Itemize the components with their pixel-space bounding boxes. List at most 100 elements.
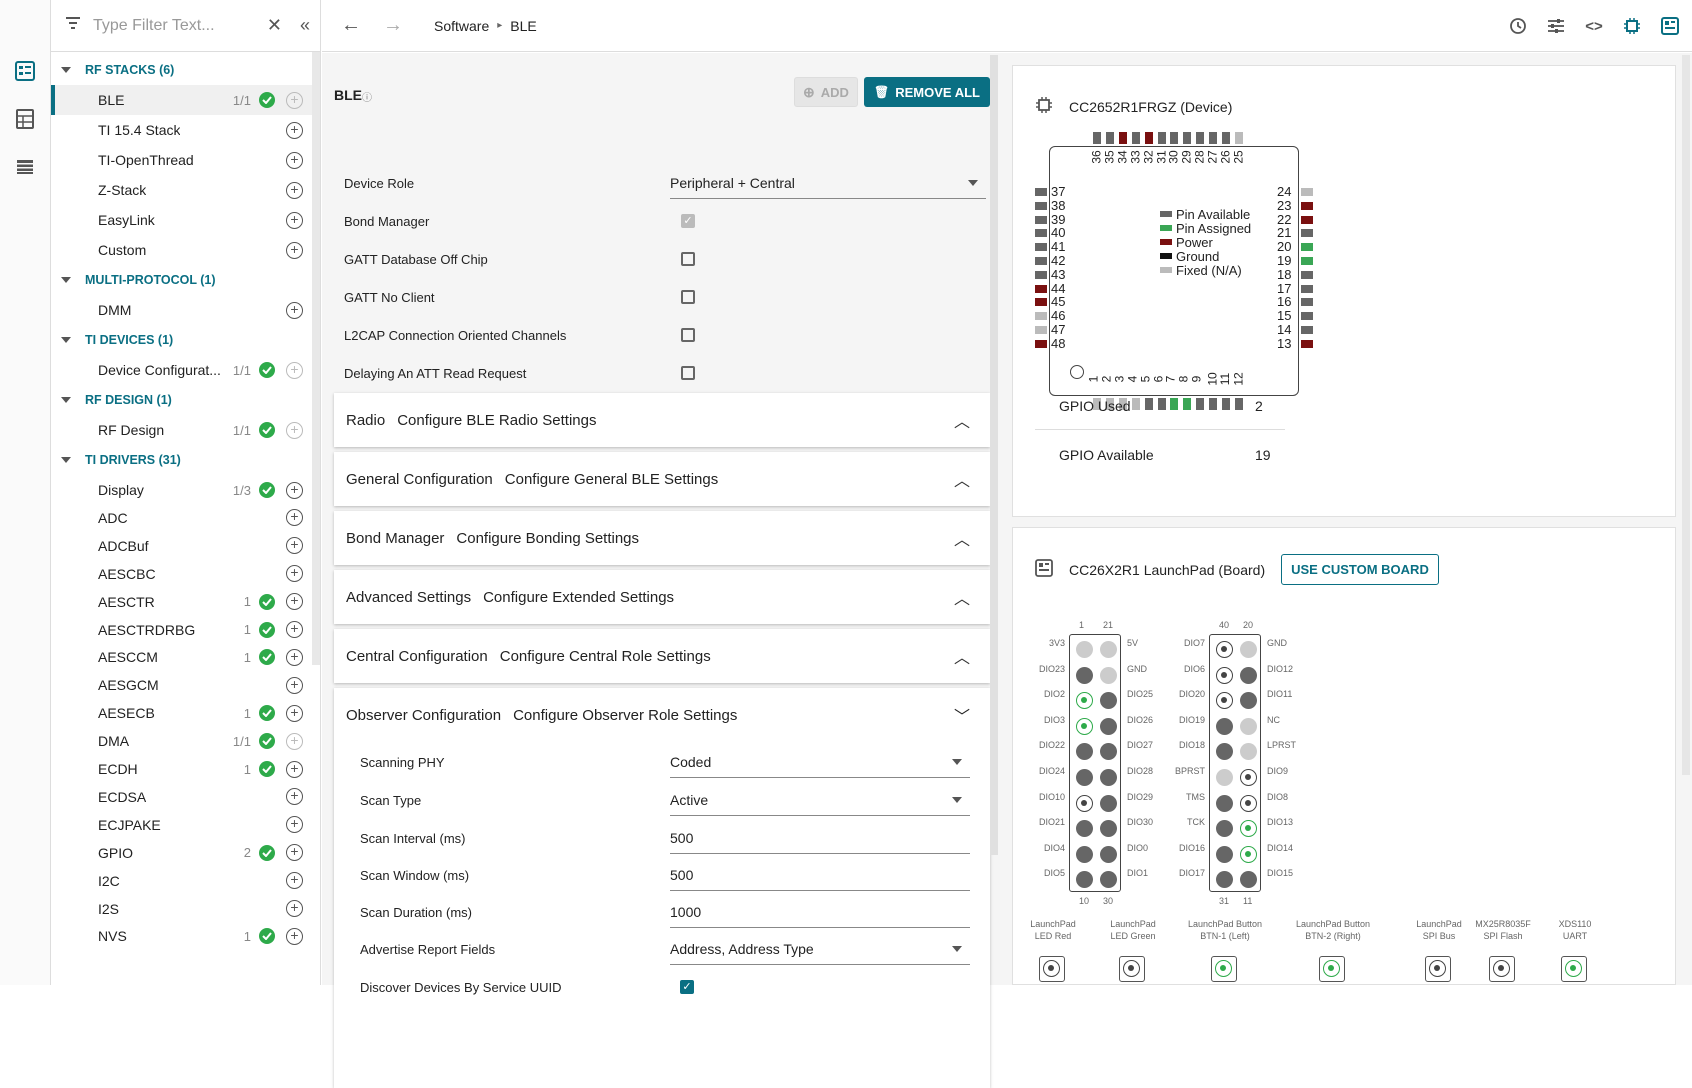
header-pin[interactable] bbox=[1240, 717, 1257, 735]
header-pin[interactable] bbox=[1100, 692, 1117, 710]
header-pin[interactable] bbox=[1100, 769, 1117, 786]
chip-pin[interactable] bbox=[1196, 132, 1205, 144]
section-advanced[interactable]: Advanced Settings Configure Extended Sett… bbox=[334, 570, 990, 624]
tree-item-driver[interactable]: AESCCM 1 + bbox=[51, 642, 313, 672]
tree-item-driver[interactable]: NVS 1 + bbox=[51, 921, 313, 951]
collapse-triangle-icon[interactable] bbox=[61, 397, 71, 403]
header-pin[interactable] bbox=[1240, 769, 1257, 786]
header-pin[interactable] bbox=[1216, 641, 1233, 658]
section-general[interactable]: General Configuration Configure General B… bbox=[334, 452, 990, 506]
add-icon[interactable]: + bbox=[286, 537, 303, 555]
add-icon[interactable]: + bbox=[286, 421, 303, 439]
board-icon[interactable] bbox=[1658, 14, 1682, 38]
add-icon[interactable]: + bbox=[286, 481, 303, 499]
header-pin[interactable] bbox=[1076, 769, 1093, 786]
header-pin[interactable] bbox=[1216, 820, 1233, 838]
chip-pin[interactable] bbox=[1035, 201, 1047, 210]
component-pin[interactable] bbox=[1489, 956, 1515, 982]
header-pin[interactable] bbox=[1076, 871, 1093, 889]
header-pin[interactable] bbox=[1216, 769, 1233, 786]
add-icon[interactable]: + bbox=[286, 211, 303, 229]
chip-pin[interactable] bbox=[1301, 243, 1313, 252]
chip-pin[interactable] bbox=[1301, 201, 1313, 210]
chip-pin[interactable] bbox=[1301, 215, 1313, 224]
tree-item-driver[interactable]: AESCTR 1 + bbox=[51, 587, 313, 617]
collapse-triangle-icon[interactable] bbox=[61, 277, 71, 283]
add-icon[interactable]: + bbox=[286, 872, 303, 890]
chip-pin[interactable] bbox=[1035, 243, 1047, 252]
gatt-noclient-checkbox[interactable] bbox=[681, 290, 695, 304]
bond-manager-checkbox[interactable]: ✓ bbox=[681, 214, 695, 228]
category-multi-protocol[interactable]: MULTI-PROTOCOL (1) bbox=[51, 265, 313, 295]
chip-pin[interactable] bbox=[1209, 132, 1218, 144]
add-icon[interactable]: + bbox=[286, 788, 303, 806]
header-pin[interactable] bbox=[1076, 794, 1093, 812]
add-icon[interactable]: + bbox=[286, 927, 303, 945]
chip-pin[interactable] bbox=[1301, 270, 1313, 279]
chip-pin[interactable] bbox=[1035, 298, 1047, 307]
collapse-sidebar-icon[interactable]: « bbox=[300, 15, 310, 36]
tree-item-driver[interactable]: AESCBC + bbox=[51, 559, 313, 589]
chip-pin[interactable] bbox=[1035, 326, 1047, 334]
chip-icon[interactable] bbox=[1620, 14, 1644, 38]
add-icon[interactable]: + bbox=[286, 732, 303, 750]
help-icon[interactable]: ⓘ bbox=[362, 89, 372, 104]
add-icon[interactable]: + bbox=[286, 844, 303, 862]
header-pin[interactable] bbox=[1076, 666, 1093, 684]
chip-pin[interactable] bbox=[1301, 339, 1313, 348]
scanning-phy-select[interactable]: Coded bbox=[670, 746, 970, 778]
chip-pin[interactable] bbox=[1301, 188, 1313, 196]
tree-item-driver[interactable]: ECJPAKE + bbox=[51, 810, 313, 840]
header-pin[interactable] bbox=[1240, 871, 1257, 889]
header-pin[interactable] bbox=[1076, 820, 1093, 838]
add-icon[interactable]: + bbox=[286, 621, 303, 638]
l2cap-checkbox[interactable] bbox=[681, 328, 695, 342]
add-icon[interactable]: + bbox=[286, 593, 303, 611]
tree-item-driver[interactable]: I2C + bbox=[51, 866, 313, 896]
category-rf-stacks[interactable]: RF STACKS (6) bbox=[51, 55, 313, 85]
collapse-triangle-icon[interactable] bbox=[61, 457, 71, 463]
header-pin[interactable] bbox=[1240, 820, 1257, 838]
tree-item-driver[interactable]: ADCBuf + bbox=[51, 531, 313, 561]
header-pin[interactable] bbox=[1216, 692, 1233, 710]
forward-icon[interactable]: → bbox=[382, 14, 404, 37]
chip-pin[interactable] bbox=[1035, 284, 1047, 293]
category-ti-devices[interactable]: TI DEVICES (1) bbox=[51, 325, 313, 355]
add-icon[interactable]: + bbox=[286, 509, 303, 527]
tree-item-driver[interactable]: AESGCM + bbox=[51, 670, 313, 700]
component-pin[interactable] bbox=[1319, 956, 1345, 982]
chip-pin[interactable] bbox=[1144, 132, 1153, 144]
tree-item-driver[interactable]: ECDH 1 + bbox=[51, 754, 313, 784]
scan-interval-input[interactable]: 500 bbox=[670, 822, 970, 854]
chip-pin[interactable] bbox=[1301, 298, 1313, 307]
header-pin[interactable] bbox=[1240, 743, 1257, 761]
delaying-checkbox[interactable] bbox=[681, 366, 695, 380]
collapse-triangle-icon[interactable] bbox=[61, 67, 71, 73]
component-pin[interactable] bbox=[1211, 956, 1237, 982]
tree-item-driver[interactable]: AESECB 1 + bbox=[51, 698, 313, 728]
tree-item-device-config[interactable]: Device Configurat... 1/1 + bbox=[51, 355, 313, 385]
tree-item-openthread[interactable]: TI-OpenThread + bbox=[51, 145, 313, 175]
tree-item-driver[interactable]: Display 1/3 + bbox=[51, 475, 313, 505]
discover-uuid-checkbox[interactable]: ✓ bbox=[680, 980, 694, 994]
chip-pin[interactable] bbox=[1035, 257, 1047, 265]
chip-pin[interactable] bbox=[1035, 215, 1047, 224]
header-pin[interactable] bbox=[1216, 717, 1233, 735]
software-view-icon[interactable] bbox=[14, 60, 36, 82]
sidebar-scrollbar[interactable] bbox=[312, 52, 320, 665]
section-bond-manager[interactable]: Bond Manager Configure Bonding Settings ︿ bbox=[334, 511, 990, 565]
breadcrumb-software[interactable]: Software bbox=[434, 18, 489, 34]
tree-item-ble[interactable]: BLE 1/1 + bbox=[51, 85, 313, 115]
chip-pin[interactable] bbox=[1157, 132, 1166, 144]
header-pin[interactable] bbox=[1216, 845, 1233, 863]
header-pin[interactable] bbox=[1240, 641, 1257, 658]
header-pin[interactable] bbox=[1076, 845, 1093, 863]
hardware-scrollbar[interactable] bbox=[1682, 55, 1690, 775]
add-icon[interactable]: + bbox=[286, 900, 303, 917]
header-pin[interactable] bbox=[1076, 717, 1093, 735]
chip-pin[interactable] bbox=[1093, 132, 1101, 144]
chip-pin[interactable] bbox=[1035, 312, 1047, 321]
add-icon[interactable]: + bbox=[286, 648, 303, 666]
tree-item-rf-design[interactable]: RF Design 1/1 + bbox=[51, 415, 313, 445]
adv-fields-select[interactable]: Address, Address Type bbox=[670, 933, 970, 965]
